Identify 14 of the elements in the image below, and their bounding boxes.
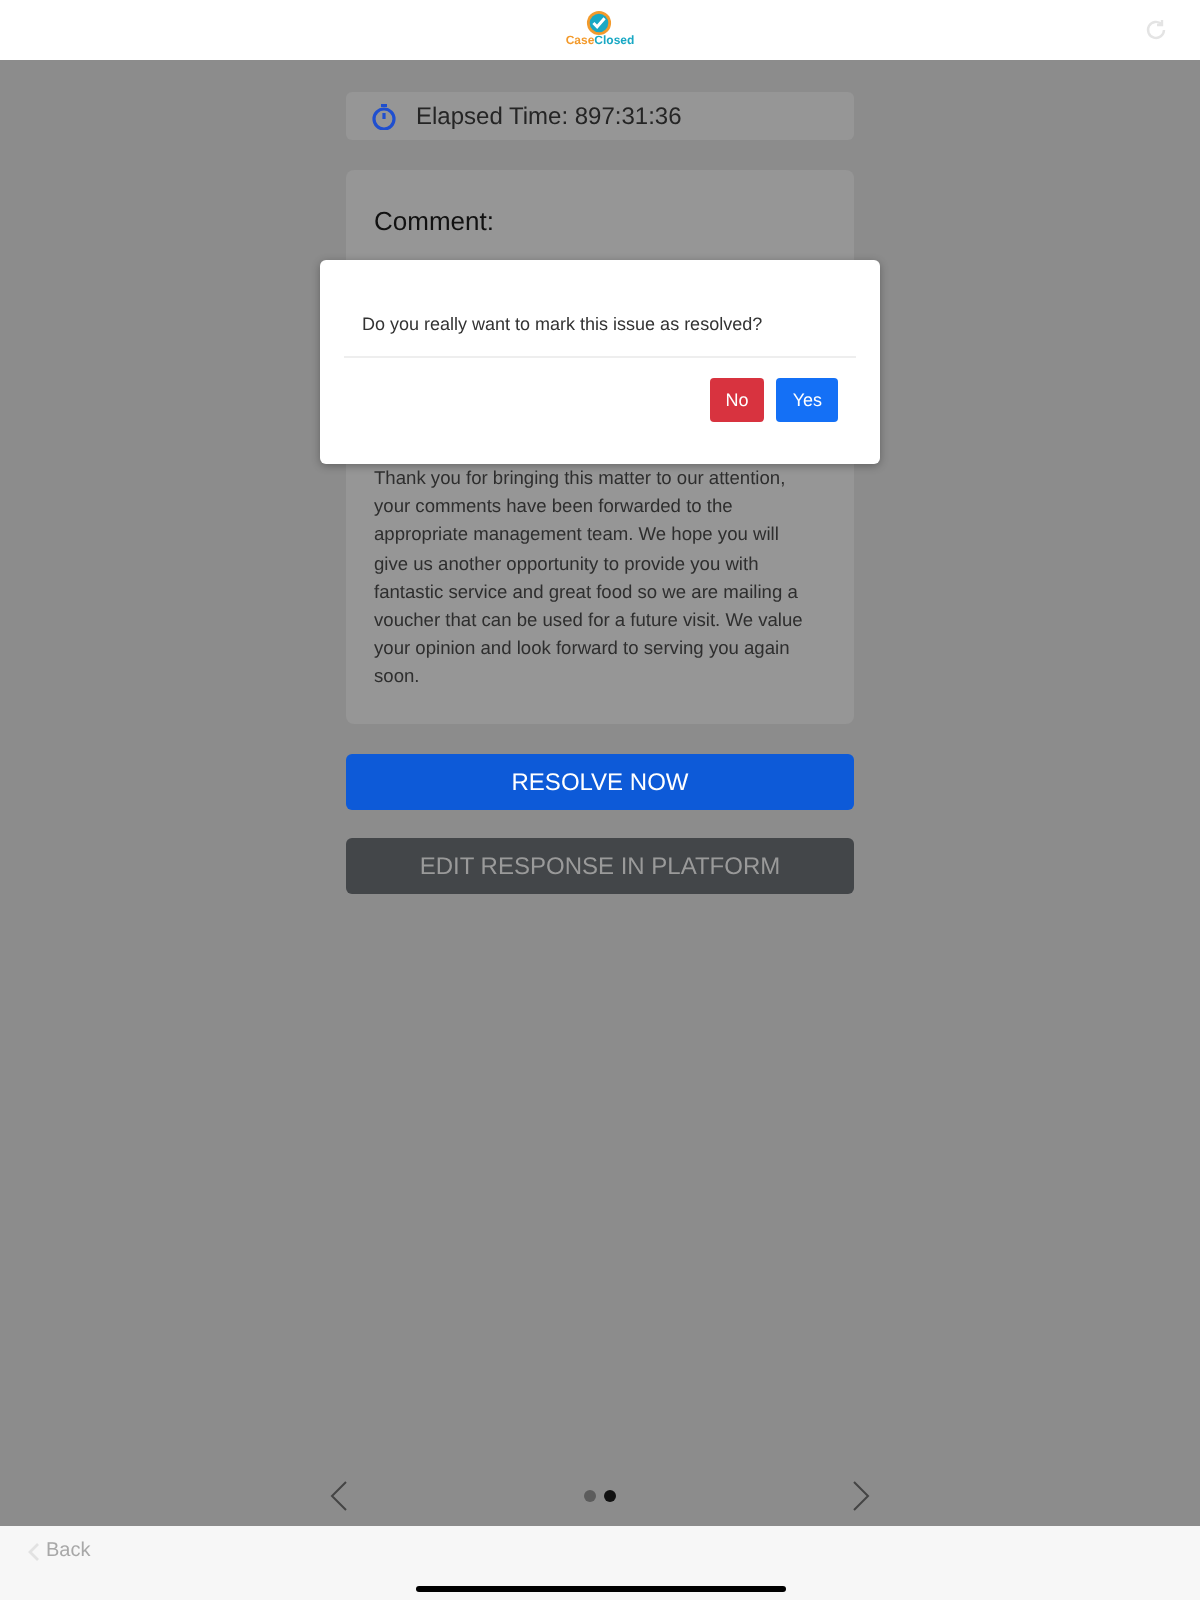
page-dot[interactable] [604, 1490, 616, 1502]
dialog-message: Do you really want to mark this issue as resolved? [360, 312, 765, 334]
check-icon [586, 10, 613, 36]
previous-icon[interactable] [330, 1480, 348, 1512]
edit-response-button[interactable]: EDIT RESPONSE IN PLATFORM [346, 838, 854, 894]
elapsed-time: Elapsed Time: 897:31:36 [416, 102, 682, 130]
stopwatch-icon [372, 103, 396, 129]
yes-button[interactable]: Yes [776, 378, 838, 422]
response-text: Thank you for bringing this matter to our attention, your comments have been forwarded to the appropriate management team. We hope you will give us another opportunity to provide you with fantastic service and great food so we are mailing a voucher that can be used for a future visit. We value your opinion and look forward to serving you again soon. [374, 466, 805, 691]
next-icon[interactable] [852, 1480, 870, 1512]
comment-heading: Comment: [374, 206, 496, 236]
resolve-button[interactable]: RESOLVE NOW [346, 754, 854, 810]
no-button[interactable]: No [709, 378, 765, 422]
page-dot[interactable] [584, 1490, 596, 1502]
